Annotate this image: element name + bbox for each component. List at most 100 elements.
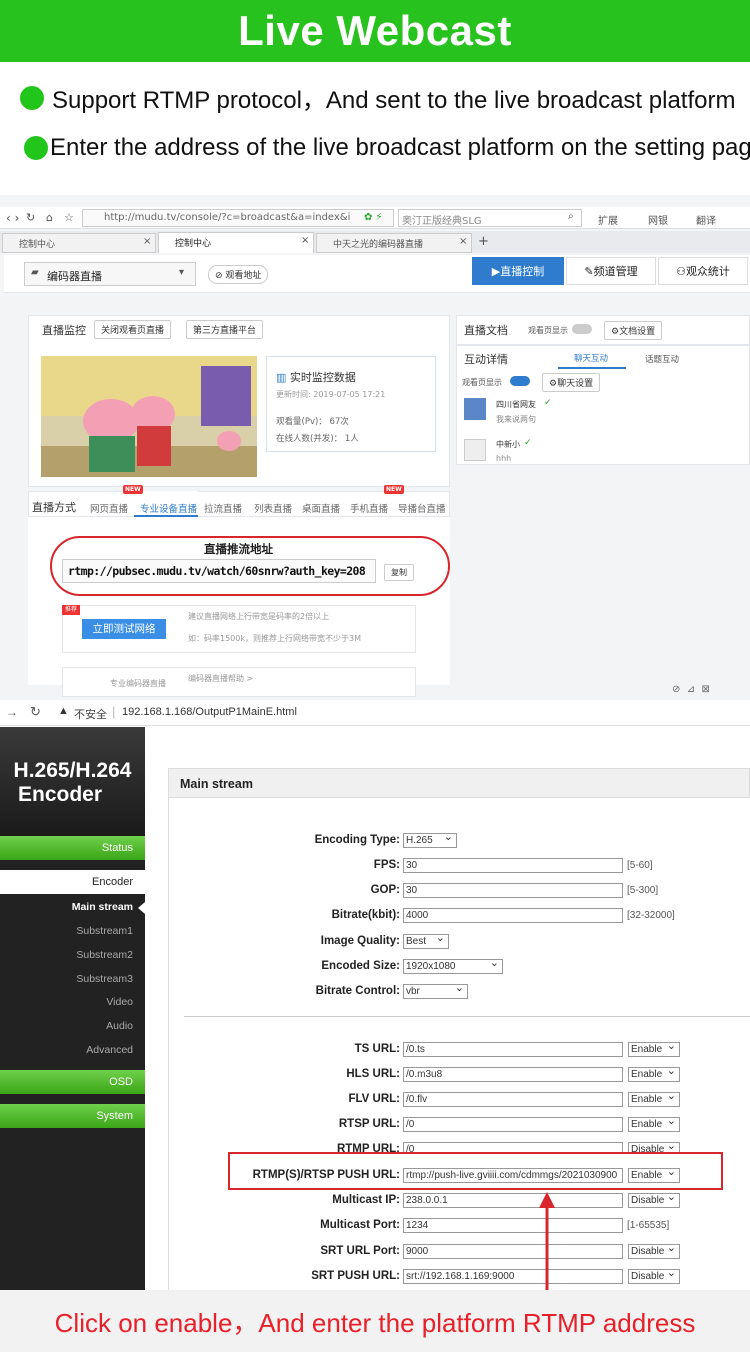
bar-chart-icon: ▥	[276, 371, 290, 384]
online-count: 在线人数(并发)： 1人	[276, 434, 359, 444]
docs-title: 直播文档	[464, 324, 508, 337]
size-label: Encoded Size:	[321, 960, 400, 972]
push-url-state[interactable]: Enable	[628, 1166, 680, 1183]
rtsp-url-state[interactable]: Enable	[628, 1115, 680, 1132]
watch-link-button[interactable]: ⊘ 观看地址	[208, 265, 269, 284]
modes-label: 直播方式	[32, 501, 76, 514]
search-icon[interactable]: ⌕	[568, 211, 574, 222]
nav-live-control[interactable]: ▶ 直播控制	[472, 257, 564, 285]
multicast-port-label: Multicast Port:	[320, 1219, 400, 1231]
mode-list[interactable]: 列表直播	[254, 501, 292, 515]
control-label: Bitrate Control:	[315, 985, 400, 997]
docs-settings-button[interactable]: ⚙文档设置	[604, 321, 663, 340]
ts-url-label: TS URL:	[354, 1043, 400, 1055]
encoder-url[interactable]: 192.168.1.168/OutputP1MainE.html	[122, 706, 297, 718]
chat-toggle[interactable]	[510, 376, 530, 386]
ts-url-state[interactable]: Enable	[628, 1040, 680, 1057]
forward-icon[interactable]: →	[6, 705, 18, 719]
size-select[interactable]: 1920x1080	[403, 957, 503, 974]
browser-tab-3[interactable]: 中天之光的编码器直播 ×	[316, 233, 472, 253]
sidebar-substream1[interactable]: Substream1	[0, 925, 145, 937]
encoder-config-screenshot: → ↻ ▲ 不安全 | 192.168.1.168/OutputP1MainE.…	[0, 700, 750, 1290]
mode-desktop[interactable]: 桌面直播	[302, 501, 340, 515]
instruction-caption: Click on enable，And enter the platform R…	[0, 1290, 750, 1352]
tab-topic[interactable]: 话题互动	[645, 353, 679, 365]
sidebar-advanced[interactable]: Advanced	[0, 1044, 145, 1056]
encoder-help-label: 专业编码器直播	[110, 679, 166, 688]
close-icon[interactable]: ×	[143, 236, 151, 247]
nav-channel-manage[interactable]: ✎ 频道管理	[566, 257, 656, 285]
flv-url-input[interactable]: /0.flv	[403, 1092, 623, 1107]
srt-push-input[interactable]: srt://192.168.1.169:9000	[403, 1269, 623, 1284]
mode-mobile[interactable]: 手机直播	[350, 501, 388, 515]
srt-port-state[interactable]: Disable	[628, 1242, 680, 1259]
srt-port-label: SRT URL Port:	[320, 1245, 400, 1257]
fps-input[interactable]: 30	[403, 858, 623, 873]
network-test-button[interactable]: 立即测试网络	[82, 619, 166, 639]
sidebar-audio[interactable]: Audio	[0, 1020, 145, 1032]
new-tab-icon[interactable]: +	[478, 234, 489, 249]
control-select[interactable]: vbr	[403, 982, 468, 999]
sidebar-main-stream[interactable]: Main stream	[0, 901, 145, 913]
sidebar-system[interactable]: System	[0, 1104, 145, 1128]
active-pointer-icon	[138, 902, 145, 914]
ext-translate[interactable]: 翻译	[696, 212, 716, 227]
close-icon[interactable]: ×	[459, 236, 467, 247]
sidebar-encoder[interactable]: Encoder	[0, 870, 145, 894]
channel-select[interactable]: ▰ 编码器直播 ▾	[24, 262, 196, 286]
check-icon: ✓	[544, 398, 552, 408]
mode-web[interactable]: 网页直播	[90, 501, 128, 515]
sidebar-osd[interactable]: OSD	[0, 1070, 145, 1094]
srt-port-input[interactable]: 9000	[403, 1244, 623, 1259]
sidebar-substream2[interactable]: Substream2	[0, 949, 145, 961]
bitrate-input[interactable]: 4000	[403, 908, 623, 923]
sidebar-video[interactable]: Video	[0, 996, 145, 1008]
new-badge: NEW	[123, 485, 143, 494]
mode-pro-device[interactable]: 专业设备直播	[134, 491, 198, 517]
nav-audience-stats[interactable]: ⚇ 观众统计	[658, 257, 748, 285]
flv-url-state[interactable]: Enable	[628, 1090, 680, 1107]
back-icon[interactable]: ‹ ›	[6, 211, 19, 225]
chat-settings-button[interactable]: ⚙聊天设置	[542, 373, 601, 392]
srt-push-state[interactable]: Disable	[628, 1267, 680, 1284]
browser-tab-1[interactable]: 控制中心 ×	[2, 233, 156, 253]
gop-input[interactable]: 30	[403, 883, 623, 898]
close-watch-live-button[interactable]: 关闭观看页直播	[94, 320, 172, 339]
push-url-input[interactable]: rtmp://push-live.gviiii.com/cdmmgs/20210…	[403, 1168, 623, 1183]
sidebar-substream3[interactable]: Substream3	[0, 973, 145, 985]
new-badge: NEW	[384, 485, 404, 494]
star-icon[interactable]: ☆	[64, 211, 74, 224]
test-tip-1: 建议直播网络上行带宽是码率的2倍以上	[188, 612, 330, 621]
third-party-platform-button[interactable]: 第三方直播平台	[186, 320, 264, 339]
gear-icon: ⚙	[611, 327, 620, 337]
mode-pull[interactable]: 拉流直播	[204, 501, 242, 515]
docs-settings-label: 文档设置	[619, 327, 656, 337]
multicast-ip-input[interactable]: 238.0.0.1	[403, 1193, 623, 1208]
sidebar-status[interactable]: Status	[0, 836, 145, 860]
hls-url-input[interactable]: /0.m3u8	[403, 1067, 623, 1082]
close-icon[interactable]: ×	[301, 235, 309, 246]
ext-extend[interactable]: 扩展	[598, 212, 618, 227]
multicast-ip-state[interactable]: Disable	[628, 1191, 680, 1208]
avatar	[464, 439, 486, 461]
ts-url-input[interactable]: /0.ts	[403, 1042, 623, 1057]
quality-select[interactable]: Best	[403, 932, 449, 949]
encoder-help-link[interactable]: 编码器直播帮助 >	[188, 673, 253, 684]
encoding-type-select[interactable]: H.265	[403, 831, 457, 848]
rtsp-url-input[interactable]: /0	[403, 1117, 623, 1132]
docs-toggle[interactable]	[572, 324, 592, 334]
brand-line-1: H.265/H.264	[13, 759, 132, 782]
quality-label: Image Quality:	[320, 935, 400, 947]
bullet-2-text: Enter the address of the live broadcast …	[50, 134, 750, 161]
multicast-port-input[interactable]: 1234	[403, 1218, 623, 1233]
hls-url-state[interactable]: Enable	[628, 1065, 680, 1082]
tab-chat-label: 聊天互动	[574, 354, 609, 364]
home-icon[interactable]: ⌂	[46, 211, 53, 224]
browser-tab-2[interactable]: 控制中心 ×	[158, 232, 314, 253]
mode-director[interactable]: 导播台直播	[398, 501, 446, 515]
bullet-1: Support RTMP protocol，And sent to the li…	[20, 80, 735, 115]
refresh-icon[interactable]: ↻	[30, 704, 41, 720]
tab-chat[interactable]: 聊天互动	[558, 345, 626, 369]
ext-bank[interactable]: 网银	[648, 212, 668, 227]
refresh-icon[interactable]: ↻	[26, 211, 35, 224]
